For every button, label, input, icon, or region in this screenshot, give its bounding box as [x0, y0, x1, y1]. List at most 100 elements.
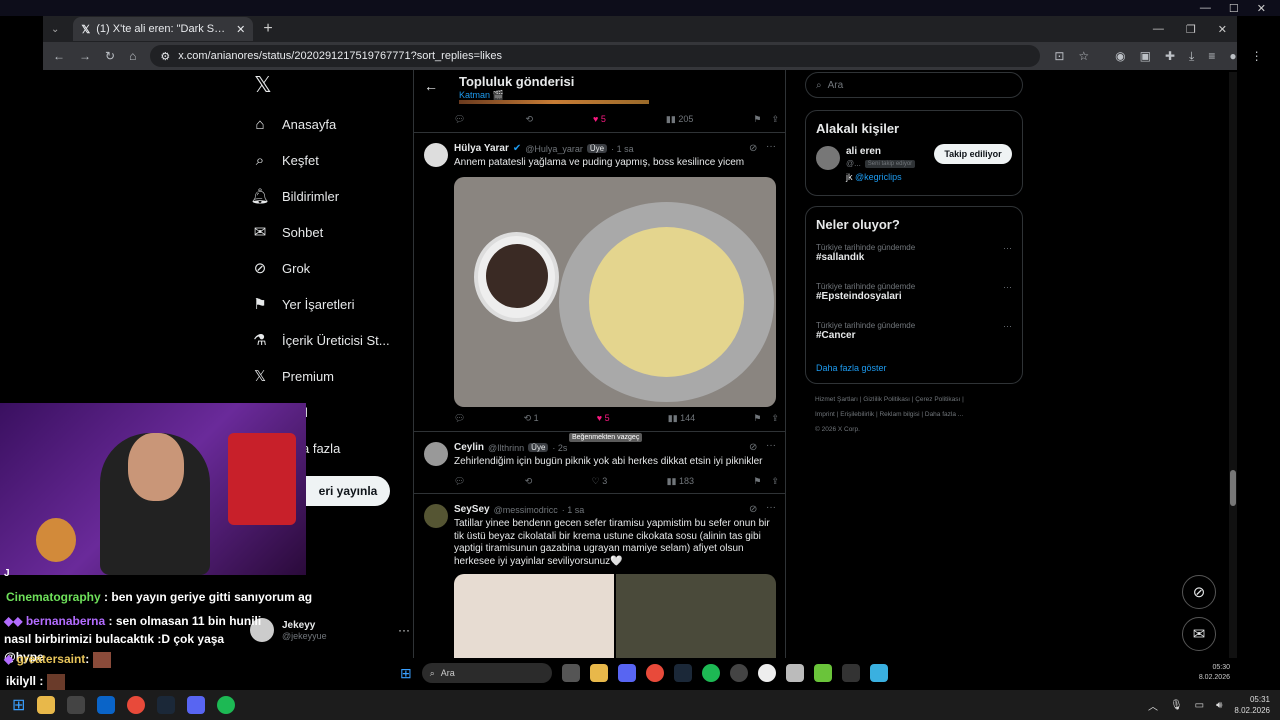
store-icon[interactable] [67, 696, 86, 714]
following-button[interactable]: Takip ediliyor [934, 144, 1012, 164]
messages-floating-button[interactable]: ✉ [1182, 617, 1216, 651]
app-icon[interactable] [729, 664, 748, 682]
back-icon[interactable]: ← [53, 49, 65, 63]
bookmark-icon[interactable]: ⚑ [753, 114, 761, 124]
sidebar-item-bookmarks[interactable]: ⚑ Yer İşaretleri [250, 286, 410, 322]
post[interactable]: Hülya Yarar ✔ @Hulya_yarar Üye · 1 sa ⊘ … [414, 132, 785, 442]
like-button[interactable]: ♥ 5 [597, 413, 610, 424]
retweet-button[interactable]: ⟲ 1 [524, 413, 539, 424]
sidebar-item-premium[interactable]: 𝕏 Premium [250, 358, 410, 394]
forward-icon[interactable]: → [79, 49, 91, 63]
scrollbar[interactable] [1229, 72, 1237, 658]
sidebar-item-notifications[interactable]: 🔔︎ Bildirimler [250, 178, 410, 214]
post-image[interactable] [454, 574, 614, 658]
windows-start-icon[interactable]: ⊞ [400, 665, 412, 682]
sidebar-item-home[interactable]: ⌂ Anasayfa [250, 106, 410, 142]
footer-link[interactable]: Çerez Politikası [915, 396, 960, 403]
tab-search-icon[interactable]: ⌄ [51, 24, 59, 35]
footer-link[interactable]: Gizlilik Politikası [863, 396, 910, 403]
steam-icon[interactable] [157, 696, 176, 714]
close-icon[interactable]: ✕ [1218, 23, 1227, 36]
sidebar-item-creator-studio[interactable]: ⚗ İçerik Üreticisi St... [250, 322, 410, 358]
sidebar-item-messages[interactable]: ✉ Sohbet [250, 214, 410, 250]
retweet-icon[interactable]: ⟲ [525, 476, 533, 487]
post[interactable]: Ceylin @Ilthrinn Üye · 2s ⊘ ··· Zehirlen… [414, 434, 785, 494]
views-button[interactable]: ▮▮ 183 [667, 476, 694, 487]
post[interactable]: SeySey @messimodricc · 1 sa ⊘ ··· Tatill… [414, 496, 785, 658]
like-button[interactable]: ♡ 3 [592, 476, 608, 487]
extension-icon[interactable]: ◉ [1115, 49, 1125, 63]
spotify-icon[interactable] [217, 696, 236, 714]
chevron-up-icon[interactable]: ︿ [1148, 698, 1158, 713]
puzzle-icon[interactable]: ✚ [1165, 49, 1175, 63]
grok-icon[interactable]: ⊘ [749, 143, 757, 154]
share-icon[interactable]: ⇪ [771, 413, 779, 423]
outlook-icon[interactable] [97, 696, 116, 714]
extension-icon[interactable]: ▣ [1140, 49, 1151, 63]
minimize-icon[interactable]: — [1153, 23, 1164, 36]
install-icon[interactable]: ⊡ [1054, 49, 1064, 63]
reply-icon[interactable]: 💬︎ [454, 476, 465, 487]
footer-link[interactable]: Reklam bilgisi [879, 411, 919, 418]
media-icon[interactable]: ≡ [1208, 49, 1215, 63]
bio-link[interactable]: @kegriclips [855, 172, 902, 182]
footer-link[interactable]: Imprint [815, 411, 835, 418]
author-name[interactable]: Hülya Yarar [454, 143, 509, 154]
epic-icon[interactable] [841, 664, 860, 682]
minimize-icon[interactable]: — [1200, 2, 1211, 15]
close-icon[interactable]: ✕ [1257, 2, 1266, 15]
avatar[interactable] [424, 504, 448, 528]
restore-icon[interactable]: ❐ [1186, 23, 1196, 36]
more-icon[interactable]: ··· [766, 440, 776, 451]
avatar[interactable] [424, 143, 448, 167]
url-field[interactable]: ⚙ x.com/anianores/status/2020291217519767… [150, 45, 1041, 67]
system-tray[interactable]: ︿ 🎙︎ ▭ 🔊︎ 05:31 8.02.2026 [1148, 694, 1270, 716]
person-name[interactable]: ali eren [846, 146, 881, 157]
app-icon[interactable] [785, 664, 804, 682]
task-view-icon[interactable] [561, 664, 580, 682]
views-button[interactable]: ▮▮ 144 [668, 413, 695, 424]
back-arrow-icon[interactable]: ← [424, 78, 438, 94]
explorer-icon[interactable] [589, 664, 608, 682]
more-icon[interactable]: ··· [1003, 321, 1012, 331]
discord-icon[interactable] [187, 696, 206, 714]
reload-icon[interactable]: ↻ [105, 49, 115, 63]
avatar[interactable] [424, 442, 448, 466]
steam-icon[interactable] [673, 664, 692, 682]
sidebar-item-explore[interactable]: ⌕ Keşfet [250, 142, 410, 178]
more-icon[interactable]: ··· [766, 141, 776, 152]
related-person[interactable]: ali eren @... Seni takip ediyor Takip ed… [816, 144, 1012, 194]
explorer-icon[interactable] [37, 696, 56, 714]
author-name[interactable]: SeySey [454, 504, 490, 515]
bookmark-star-icon[interactable]: ☆ [1078, 49, 1089, 63]
chrome-icon[interactable] [127, 696, 146, 714]
post-image[interactable] [454, 177, 776, 407]
grok-floating-button[interactable]: ⊘ [1182, 575, 1216, 609]
more-icon[interactable]: ··· [1003, 243, 1012, 253]
clock[interactable]: 05:31 8.02.2026 [1234, 694, 1270, 716]
tab-close-icon[interactable]: ✕ [236, 23, 245, 36]
views-button[interactable]: ▮▮ 205 [666, 114, 693, 125]
footer-link[interactable]: Hizmet Şartları [815, 396, 858, 403]
post-image[interactable] [616, 574, 776, 658]
unreal-icon[interactable] [757, 664, 776, 682]
app-icon[interactable] [813, 664, 832, 682]
microphone-icon[interactable]: 🎙︎ [1170, 700, 1183, 711]
footer-link[interactable]: Erişilebilirlik [840, 411, 874, 418]
x-logo-icon[interactable]: 𝕏 [250, 72, 410, 106]
bookmark-icon[interactable]: ⚑ [753, 413, 761, 423]
grok-icon[interactable]: ⊘ [749, 442, 757, 453]
site-info-icon[interactable]: ⚙ [160, 50, 170, 63]
volume-icon[interactable]: 🔊︎ [1216, 700, 1222, 711]
more-icon[interactable]: ··· [1003, 282, 1012, 292]
footer-link[interactable]: Daha fazla ... [925, 411, 963, 418]
reply-icon[interactable]: 💬︎ [454, 114, 465, 125]
more-icon[interactable]: ··· [766, 502, 776, 513]
notepad-icon[interactable] [869, 664, 888, 682]
trend-item[interactable]: Türkiye tarihinde gündemde #Cancer ··· [816, 321, 1012, 341]
home-icon[interactable]: ⌂ [129, 49, 136, 63]
trend-item[interactable]: Türkiye tarihinde gündemde #Epsteindosya… [816, 282, 1012, 302]
avatar[interactable] [816, 146, 840, 170]
post-button[interactable]: eri yayınla [306, 476, 390, 506]
share-icon[interactable]: ⇪ [771, 476, 779, 486]
